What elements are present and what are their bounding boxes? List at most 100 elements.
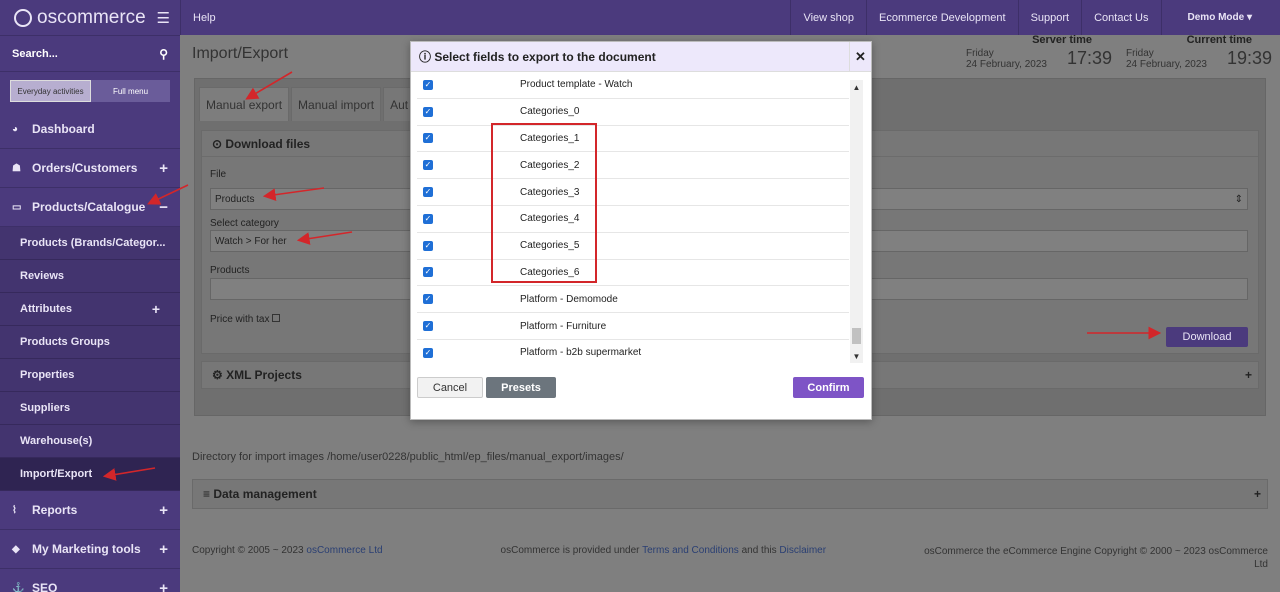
scroll-up-icon[interactable]: ▲ [850, 80, 863, 94]
tab-manual-import[interactable]: Manual import [291, 87, 382, 121]
field-row[interactable]: ✓ Categories_2 [417, 152, 849, 180]
sidebar-item-products-catalogue[interactable]: ▭ Products/Catalogue − [0, 188, 180, 227]
sidebar-sub-attributes[interactable]: Attributes + [0, 293, 180, 326]
current-time: Current time Friday 24 February, 2023 19:… [1124, 34, 1272, 72]
field-checkbox[interactable]: ✓ [423, 213, 433, 224]
modal-title: Select fields to export to the document [434, 49, 656, 64]
price-with-tax-label: Price with tax [210, 314, 281, 325]
field-checkbox[interactable]: ✓ [423, 160, 433, 171]
search-icon[interactable]: ⚲ [159, 47, 168, 61]
sidebar-sub-warehouses[interactable]: Warehouse(s) [0, 425, 180, 458]
field-row[interactable]: ✓ Platform - Demomode [417, 286, 849, 314]
logo[interactable]: oscommerce ☰ [0, 0, 180, 36]
help-link[interactable]: Help [180, 0, 228, 35]
sidebar-sub-label: Reviews [20, 270, 65, 282]
field-checkbox[interactable]: ✓ [423, 321, 433, 332]
view-shop-link[interactable]: View shop [790, 0, 866, 35]
server-time-label: Server time [1032, 34, 1092, 46]
sidebar-item-seo[interactable]: ⚓ SEO + [0, 569, 180, 592]
contact-us-link[interactable]: Contact Us [1081, 0, 1160, 35]
download-button[interactable]: Download [1166, 327, 1248, 347]
brand-name: oscommerce [37, 6, 146, 28]
expand-plus-icon[interactable]: + [1254, 487, 1261, 501]
full-menu-button[interactable]: Full menu [91, 80, 170, 102]
scroll-down-icon[interactable]: ▼ [850, 349, 863, 363]
sidebar-item-orders-customers[interactable]: ☗ Orders/Customers + [0, 149, 180, 188]
field-row[interactable]: ✓ Categories_4 [417, 206, 849, 233]
sidebar-sub-products-groups[interactable]: Products Groups [0, 326, 180, 359]
field-row[interactable]: ✓ Categories_6 [417, 260, 849, 287]
oscommerce-ltd-link[interactable]: osCommerce Ltd [306, 545, 382, 556]
hamburger-menu-icon[interactable]: ☰ [157, 9, 170, 27]
scrollbar-thumb[interactable] [852, 328, 861, 344]
highlight-box [491, 123, 597, 283]
terms-link[interactable]: Terms and Conditions [642, 545, 739, 556]
field-checkbox[interactable]: ✓ [423, 79, 433, 90]
sidebar-item-reports[interactable]: ⌇ Reports + [0, 491, 180, 530]
field-checkbox[interactable]: ✓ [423, 240, 433, 251]
field-checkbox[interactable]: ✓ [423, 106, 433, 117]
tab-manual-export[interactable]: Manual export [199, 87, 290, 121]
field-label: Platform - Furniture [520, 320, 607, 332]
image-directory-text: Directory for import images /home/user02… [192, 451, 624, 463]
footer-engine-copyright: osCommerce the eCommerce Engine Copyrigh… [924, 546, 1268, 570]
user-menu-label: Demo Mode [1187, 12, 1245, 23]
menu-mode-toggle: Everyday activities Full menu [10, 80, 170, 102]
current-time-clock: 19:39 [1226, 48, 1272, 68]
expand-plus-icon[interactable]: + [159, 502, 168, 519]
users-icon: ☗ [12, 162, 21, 174]
data-management-section[interactable]: ≡ Data management + [192, 479, 1268, 509]
everyday-activities-button[interactable]: Everyday activities [10, 80, 91, 102]
field-checkbox[interactable]: ✓ [423, 294, 433, 305]
sidebar-sub-suppliers[interactable]: Suppliers [0, 392, 180, 425]
sidebar-item-label: My Marketing tools [32, 542, 141, 556]
price-with-tax-checkbox[interactable] [272, 314, 281, 322]
expand-plus-icon[interactable]: + [159, 160, 168, 177]
sidebar-sub-label: Attributes [20, 303, 72, 315]
field-row[interactable]: ✓ Platform - b2b supermarket [417, 340, 849, 364]
sidebar-sub-properties[interactable]: Properties [0, 359, 180, 392]
footer-terms: osCommerce is provided under Terms and C… [500, 545, 827, 556]
server-time-date: Friday 24 February, 2023 [966, 48, 1047, 70]
field-row[interactable]: ✓ Categories_5 [417, 233, 849, 260]
sidebar-sub-import-export[interactable]: Import/Export [0, 458, 180, 491]
expand-plus-icon[interactable]: + [159, 541, 168, 558]
products-label: Products [210, 265, 250, 276]
field-row[interactable]: ✓ Categories_3 [417, 179, 849, 206]
field-row[interactable]: ✓ Product template - Watch [417, 72, 849, 99]
sidebar-item-label: Dashboard [32, 122, 95, 136]
field-list-scrollbar[interactable]: ▲ ▼ [850, 80, 863, 363]
cancel-button[interactable]: Cancel [417, 377, 483, 398]
field-row[interactable]: ✓ Categories_0 [417, 99, 849, 126]
sidebar-item-label: Products/Catalogue [32, 200, 146, 214]
close-icon[interactable]: ✕ [849, 41, 871, 72]
field-checkbox[interactable]: ✓ [423, 187, 433, 198]
sidebar-sub-label: Properties [20, 369, 75, 381]
confirm-button[interactable]: Confirm [793, 377, 864, 398]
sidebar-item-marketing[interactable]: ◆ My Marketing tools + [0, 530, 180, 569]
sidebar-search[interactable]: Search... ⚲ [0, 36, 180, 72]
support-link[interactable]: Support [1017, 0, 1082, 35]
presets-button[interactable]: Presets [486, 377, 556, 398]
field-row[interactable]: ✓ Categories_1 [417, 126, 849, 153]
expand-plus-icon[interactable]: + [152, 301, 160, 317]
chart-icon: ⌇ [12, 504, 17, 516]
collapse-minus-icon[interactable]: − [159, 199, 168, 216]
field-label: Product template - Watch [520, 79, 633, 91]
field-checkbox[interactable]: ✓ [423, 133, 433, 144]
user-menu[interactable]: Demo Mode ▾ [1160, 0, 1280, 35]
field-label: Platform - b2b supermarket [520, 347, 642, 359]
sidebar-item-dashboard[interactable]: ◕ Dashboard [0, 110, 180, 149]
expand-plus-icon[interactable]: + [1245, 368, 1252, 382]
expand-plus-icon[interactable]: + [159, 580, 168, 592]
ecommerce-development-link[interactable]: Ecommerce Development [866, 0, 1018, 35]
field-label: Categories_0 [520, 106, 580, 118]
sidebar-sub-reviews[interactable]: Reviews [0, 260, 180, 293]
field-checkbox[interactable]: ✓ [423, 267, 433, 278]
dashboard-icon: ◕ [12, 123, 19, 135]
field-checkbox[interactable]: ✓ [423, 347, 433, 358]
sidebar-sub-products[interactable]: Products (Brands/Categor... [0, 227, 180, 260]
field-row[interactable]: ✓ Platform - Furniture [417, 313, 849, 340]
disclaimer-link[interactable]: Disclaimer [779, 545, 826, 556]
gear-icon: ⚙ [212, 368, 227, 382]
